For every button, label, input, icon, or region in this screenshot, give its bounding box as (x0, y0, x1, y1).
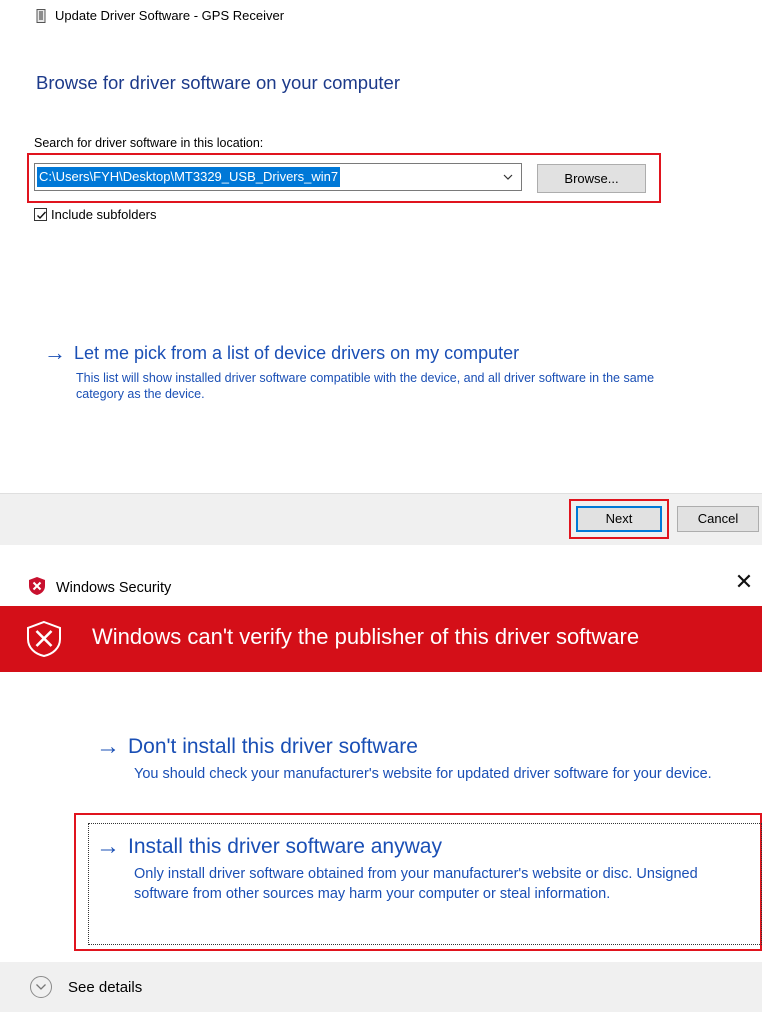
browse-button[interactable]: Browse... (537, 164, 646, 193)
update-dialog-titlebar: Update Driver Software - GPS Receiver (36, 8, 284, 23)
install-anyway-title[interactable]: Install this driver software anyway (128, 834, 442, 860)
install-anyway-description: Only install driver software obtained fr… (134, 866, 698, 902)
pick-from-list-link[interactable]: → Let me pick from a list of device driv… (44, 342, 519, 364)
warning-banner: Windows can't verify the publisher of th… (0, 606, 762, 672)
see-details-label[interactable]: See details (68, 979, 142, 996)
chevron-down-icon[interactable] (501, 168, 515, 186)
next-button[interactable]: Next (576, 506, 662, 532)
see-details-bar: See details (0, 962, 762, 1012)
dont-install-option[interactable]: → Don't install this driver software You… (96, 734, 746, 784)
warning-banner-text: Windows can't verify the publisher of th… (92, 624, 640, 649)
include-subfolders-row[interactable]: Include subfolders (34, 207, 157, 222)
dont-install-description: You should check your manufacturer's web… (134, 766, 712, 782)
dont-install-title[interactable]: Don't install this driver software (128, 734, 418, 760)
arrow-right-icon: → (44, 340, 66, 365)
page-heading: Browse for driver software on your compu… (36, 72, 400, 93)
include-subfolders-label[interactable]: Include subfolders (51, 207, 157, 222)
close-icon[interactable]: ✕ (734, 571, 754, 593)
include-subfolders-checkbox[interactable] (34, 208, 47, 221)
driver-path-combobox[interactable]: C:\Users\FYH\Desktop\MT3329_USB_Drivers_… (34, 163, 522, 191)
shield-x-icon (28, 576, 46, 600)
search-location-label: Search for driver software in this locat… (34, 136, 264, 150)
pick-from-list-description: This list will show installed driver sof… (76, 371, 655, 401)
arrow-right-icon: → (96, 833, 120, 860)
pick-from-list-title[interactable]: Let me pick from a list of device driver… (74, 342, 519, 364)
device-icon (36, 8, 46, 23)
driver-path-value[interactable]: C:\Users\FYH\Desktop\MT3329_USB_Drivers_… (37, 167, 341, 187)
cancel-button[interactable]: Cancel (677, 506, 759, 532)
security-dialog-titlebar: Windows Security (28, 576, 171, 600)
update-dialog-title: Update Driver Software - GPS Receiver (55, 8, 285, 23)
arrow-right-icon: → (96, 733, 120, 760)
install-anyway-option[interactable]: → Install this driver software anyway On… (96, 834, 756, 904)
see-details-toggle[interactable]: See details (30, 976, 142, 998)
update-driver-dialog: Update Driver Software - GPS Receiver Br… (0, 0, 762, 545)
shield-x-icon (26, 620, 62, 663)
security-dialog-title: Windows Security (56, 580, 172, 596)
chevron-down-icon[interactable] (30, 976, 52, 998)
windows-security-dialog: Windows Security ✕ Windows can't verify … (0, 556, 762, 1012)
